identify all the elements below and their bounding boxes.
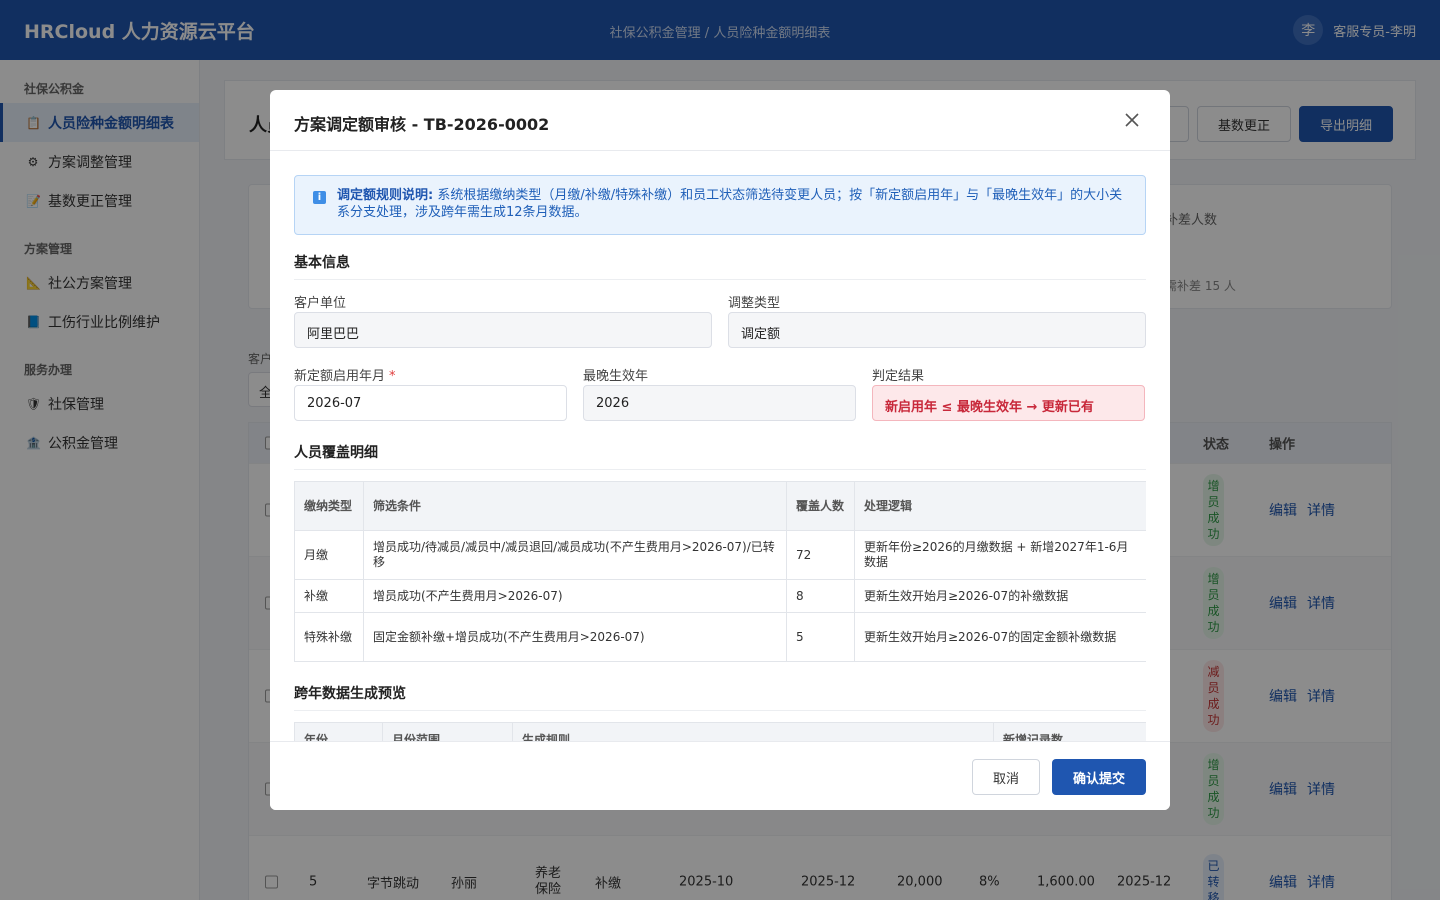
column-header: 缴纳类型 xyxy=(294,481,364,531)
table-header-row: 缴纳类型 筛选条件 覆盖人数 处理逻辑 xyxy=(294,481,1146,531)
cell-condition: 增员成功(不产生费用月>2026-07) xyxy=(363,579,787,613)
section-title-coverage: 人员覆盖明细 xyxy=(294,442,1146,470)
column-header: 新增记录数 xyxy=(993,722,1146,741)
modal-body[interactable]: i 调定额规则说明: 系统根据缴纳类型（月缴/补缴/特殊补缴）和员工状态筛选待变… xyxy=(294,151,1146,741)
modal-title: 方案调定额审核 - TB-2026-0002 xyxy=(294,115,550,134)
info-icon: i xyxy=(313,191,326,204)
start-month-label: 新定额启用年月 * xyxy=(294,365,396,384)
cell-type: 特殊补缴 xyxy=(294,612,364,662)
result-field: 新启用年 ≤ 最晚生效年 → 更新已有 xyxy=(872,385,1145,421)
coverage-table: 缴纳类型 筛选条件 覆盖人数 处理逻辑 月缴 增员成功/待减员/减员中/减员退回… xyxy=(294,481,1146,662)
latest-year-field[interactable]: 2026 xyxy=(583,385,856,421)
close-icon[interactable] xyxy=(1122,110,1142,130)
table-row: 月缴 增员成功/待减员/减员中/减员退回/减员成功(不产生费用月>2026-07… xyxy=(294,530,1146,580)
cancel-button[interactable]: 取消 xyxy=(972,759,1040,795)
notice-text: 系统根据缴纳类型（月缴/补缴/特殊补缴）和员工状态筛选待变更人员；按「新定额启用… xyxy=(337,188,1123,220)
cell-count: 8 xyxy=(786,579,855,613)
column-header: 处理逻辑 xyxy=(854,481,1146,531)
client-field[interactable]: 阿里巴巴 xyxy=(294,312,712,348)
column-header: 月份范围 xyxy=(382,722,513,741)
confirm-submit-button[interactable]: 确认提交 xyxy=(1052,759,1146,795)
cell-logic: 更新生效开始月≥2026-07的固定金额补缴数据 xyxy=(854,612,1146,662)
cell-type: 月缴 xyxy=(294,530,364,580)
column-header: 年份 xyxy=(294,722,383,741)
required-mark: * xyxy=(389,369,396,384)
table-row: 特殊补缴 固定金额补缴+增员成功(不产生费用月>2026-07) 5 更新生效开… xyxy=(294,612,1146,662)
preview-table: 年份 月份范围 生成规则 新增记录数 xyxy=(294,722,1146,741)
table-header-row: 年份 月份范围 生成规则 新增记录数 xyxy=(294,722,1146,741)
rule-notice: i 调定额规则说明: 系统根据缴纳类型（月缴/补缴/特殊补缴）和员工状态筛选待变… xyxy=(294,175,1146,235)
start-month-label-text: 新定额启用年月 xyxy=(294,369,386,384)
cell-count: 5 xyxy=(786,612,855,662)
column-header: 覆盖人数 xyxy=(786,481,855,531)
section-title-preview: 跨年数据生成预览 xyxy=(294,683,1146,711)
column-header: 生成规则 xyxy=(512,722,994,741)
cell-type: 补缴 xyxy=(294,579,364,613)
result-label: 判定结果 xyxy=(872,369,925,384)
latest-year-label: 最晚生效年 xyxy=(583,369,649,384)
section-title-basic: 基本信息 xyxy=(294,252,1146,280)
cell-condition: 增员成功/待减员/减员中/减员退回/减员成功(不产生费用月>2026-07)/已… xyxy=(363,530,787,580)
start-month-field[interactable]: 2026-07 xyxy=(294,385,567,421)
notice-title: 调定额规则说明: xyxy=(337,188,434,203)
adjust-type-label: 调整类型 xyxy=(728,296,781,311)
cell-count: 72 xyxy=(786,530,855,580)
table-row: 补缴 增员成功(不产生费用月>2026-07) 8 更新生效开始月≥2026-0… xyxy=(294,579,1146,613)
client-label: 客户单位 xyxy=(294,296,347,311)
modal-footer: 取消 确认提交 xyxy=(270,741,1170,810)
review-modal: 方案调定额审核 - TB-2026-0002 i 调定额规则说明: 系统根据缴纳… xyxy=(270,90,1170,810)
adjust-type-field[interactable]: 调定额 xyxy=(728,312,1146,348)
cell-logic: 更新年份≥2026的月缴数据 + 新增2027年1-6月数据 xyxy=(854,530,1146,580)
cell-condition: 固定金额补缴+增员成功(不产生费用月>2026-07) xyxy=(363,612,787,662)
column-header: 筛选条件 xyxy=(363,481,787,531)
modal-header: 方案调定额审核 - TB-2026-0002 xyxy=(270,90,1170,151)
cell-logic: 更新生效开始月≥2026-07的补缴数据 xyxy=(854,579,1146,613)
